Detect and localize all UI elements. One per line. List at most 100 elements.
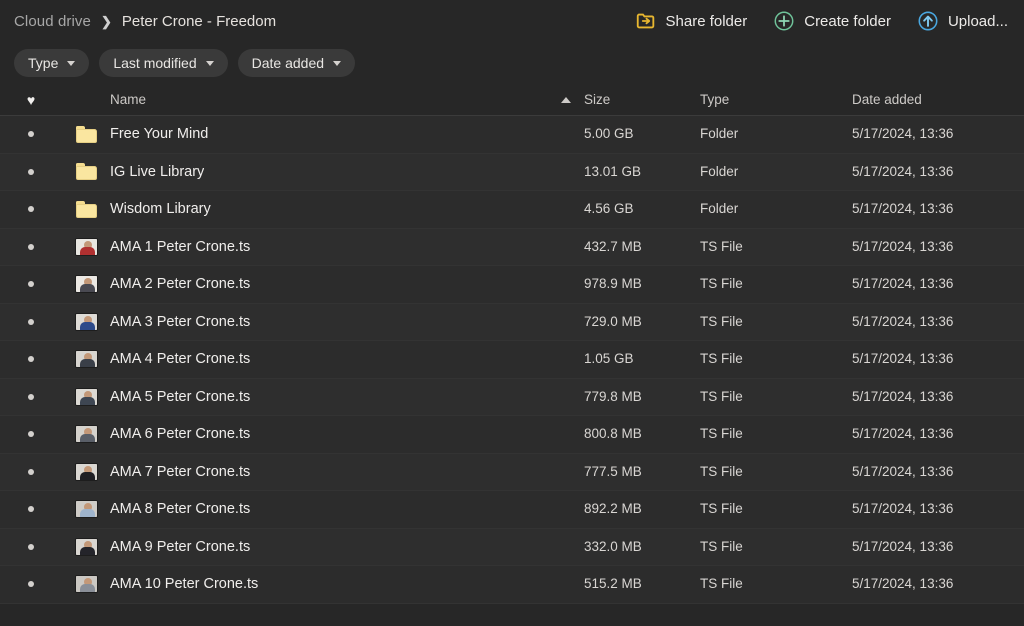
favorite-toggle[interactable]	[0, 168, 62, 175]
file-type-cell: TS File	[700, 425, 852, 443]
favorite-toggle[interactable]	[0, 356, 62, 363]
column-header-favorite[interactable]: ♥	[0, 93, 62, 107]
breadcrumb: Cloud drive ❯ Peter Crone - Freedom	[14, 13, 276, 30]
table-row[interactable]: AMA 1 Peter Crone.ts 432.7 MB TS File 5/17/…	[0, 228, 1024, 266]
video-thumbnail-icon	[62, 537, 110, 556]
favorite-toggle[interactable]	[0, 131, 62, 138]
file-name-cell[interactable]: AMA 9 Peter Crone.ts	[110, 539, 548, 555]
breadcrumb-current-folder[interactable]: Peter Crone - Freedom	[122, 13, 276, 30]
file-type-cell: TS File	[700, 463, 852, 481]
table-row[interactable]: Free Your Mind 5.00 GB Folder 5/17/2024, 13…	[0, 116, 1024, 154]
file-size-cell: 432.7 MB	[584, 238, 700, 256]
file-name-cell[interactable]: IG Live Library	[110, 164, 548, 180]
favorite-toggle[interactable]	[0, 431, 62, 438]
file-name-cell[interactable]: AMA 8 Peter Crone.ts	[110, 501, 548, 517]
table-row[interactable]: AMA 9 Peter Crone.ts 332.0 MB TS File 5/17/…	[0, 528, 1024, 566]
table-row[interactable]: AMA 7 Peter Crone.ts 777.5 MB TS File 5/17/…	[0, 453, 1024, 491]
file-name-cell[interactable]: AMA 3 Peter Crone.ts	[110, 314, 548, 330]
file-size-label: 779.8 MB	[584, 388, 642, 404]
video-thumbnail-icon	[62, 462, 110, 481]
table-row[interactable]: AMA 2 Peter Crone.ts 978.9 MB TS File 5/17/…	[0, 266, 1024, 304]
file-type-cell: TS File	[700, 388, 852, 406]
column-header-type-label: Type	[700, 91, 730, 107]
favorite-dot-icon	[28, 318, 34, 325]
column-header-name[interactable]: Name	[110, 92, 548, 107]
file-size-cell: 779.8 MB	[584, 388, 700, 406]
file-date-added-cell: 5/17/2024, 13:36	[852, 425, 1024, 443]
video-thumbnail-icon	[62, 237, 110, 256]
favorite-toggle[interactable]	[0, 506, 62, 513]
file-size-label: 1.05 GB	[584, 351, 634, 367]
file-size-cell: 4.56 GB	[584, 200, 700, 218]
file-date-added-label: 5/17/2024, 13:36	[852, 463, 954, 479]
favorite-dot-icon	[28, 356, 34, 363]
file-name-cell[interactable]: AMA 7 Peter Crone.ts	[110, 464, 548, 480]
file-name-cell[interactable]: AMA 4 Peter Crone.ts	[110, 351, 548, 367]
file-date-added-cell: 5/17/2024, 13:36	[852, 125, 1024, 143]
favorite-dot-icon	[28, 393, 34, 400]
file-name-cell[interactable]: Free Your Mind	[110, 126, 548, 142]
table-row[interactable]: AMA 5 Peter Crone.ts 779.8 MB TS File 5/17/…	[0, 378, 1024, 416]
favorite-toggle[interactable]	[0, 281, 62, 288]
file-size-cell: 13.01 GB	[584, 163, 700, 181]
favorite-toggle[interactable]	[0, 206, 62, 213]
file-type-label: Folder	[700, 126, 739, 142]
column-header-date-added[interactable]: Date added	[852, 91, 1024, 109]
toolbar-actions: Share folder Create folder Upload...	[635, 10, 1010, 32]
breadcrumb-root-link[interactable]: Cloud drive	[14, 13, 91, 30]
filter-last-modified-dropdown[interactable]: Last modified	[99, 49, 228, 77]
table-row[interactable]: AMA 4 Peter Crone.ts 1.05 GB TS File 5/17/2…	[0, 341, 1024, 379]
file-type-cell: Folder	[700, 200, 852, 218]
file-type-cell: TS File	[700, 538, 852, 556]
file-size-cell: 332.0 MB	[584, 538, 700, 556]
file-size-label: 332.0 MB	[584, 538, 642, 554]
video-thumbnail-icon	[62, 312, 110, 331]
file-size-cell: 978.9 MB	[584, 275, 700, 293]
favorite-toggle[interactable]	[0, 393, 62, 400]
filter-type-dropdown[interactable]: Type	[14, 49, 90, 77]
file-size-label: 729.0 MB	[584, 313, 642, 329]
file-name-cell[interactable]: AMA 2 Peter Crone.ts	[110, 276, 548, 292]
table-row[interactable]: Wisdom Library 4.56 GB Folder 5/17/2024, 13…	[0, 191, 1024, 229]
file-size-label: 777.5 MB	[584, 463, 642, 479]
file-name-cell[interactable]: Wisdom Library	[110, 201, 548, 217]
favorite-dot-icon	[28, 543, 34, 550]
table-row[interactable]: AMA 3 Peter Crone.ts 729.0 MB TS File 5/17/…	[0, 303, 1024, 341]
folder-icon	[62, 163, 110, 181]
file-date-added-label: 5/17/2024, 13:36	[852, 538, 954, 554]
favorite-dot-icon	[28, 131, 34, 138]
table-header-row: ♥ Name Size Type Date added	[0, 84, 1024, 116]
share-folder-button[interactable]: Share folder	[635, 10, 747, 32]
file-type-cell: Folder	[700, 163, 852, 181]
column-header-size-label: Size	[584, 91, 611, 107]
column-header-type[interactable]: Type	[700, 91, 852, 109]
file-name-cell[interactable]: AMA 1 Peter Crone.ts	[110, 239, 548, 255]
table-row[interactable]: AMA 10 Peter Crone.ts 515.2 MB TS File 5/17…	[0, 566, 1024, 604]
favorite-dot-icon	[28, 168, 34, 175]
chevron-down-icon	[333, 61, 342, 66]
file-size-cell: 777.5 MB	[584, 463, 700, 481]
file-type-label: TS File	[700, 313, 743, 329]
cloud-drive-file-browser: Cloud drive ❯ Peter Crone - Freedom Shar…	[0, 0, 1024, 626]
favorite-toggle[interactable]	[0, 468, 62, 475]
sort-indicator[interactable]	[548, 96, 584, 103]
table-row[interactable]: IG Live Library 13.01 GB Folder 5/17/2024, …	[0, 153, 1024, 191]
create-folder-button[interactable]: Create folder	[773, 10, 891, 32]
file-name-cell[interactable]: AMA 5 Peter Crone.ts	[110, 389, 548, 405]
favorite-toggle[interactable]	[0, 543, 62, 550]
favorite-toggle[interactable]	[0, 243, 62, 250]
table-row[interactable]: AMA 6 Peter Crone.ts 800.8 MB TS File 5/17/…	[0, 416, 1024, 454]
file-name-label: AMA 8 Peter Crone.ts	[110, 501, 251, 518]
file-name-cell[interactable]: AMA 6 Peter Crone.ts	[110, 426, 548, 442]
filter-last-modified-label: Last modified	[113, 55, 197, 71]
file-name-label: Wisdom Library	[110, 201, 211, 218]
upload-button[interactable]: Upload...	[917, 10, 1008, 32]
favorite-toggle[interactable]	[0, 581, 62, 588]
table-row[interactable]: AMA 8 Peter Crone.ts 892.2 MB TS File 5/17/…	[0, 491, 1024, 529]
file-date-added-cell: 5/17/2024, 13:36	[852, 238, 1024, 256]
favorite-toggle[interactable]	[0, 318, 62, 325]
file-name-cell[interactable]: AMA 10 Peter Crone.ts	[110, 576, 548, 592]
file-size-label: 800.8 MB	[584, 426, 642, 442]
column-header-size[interactable]: Size	[584, 91, 700, 109]
filter-date-added-dropdown[interactable]: Date added	[237, 49, 356, 77]
